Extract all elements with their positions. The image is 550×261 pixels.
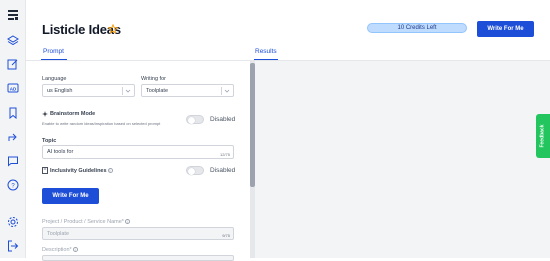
topic-counter: 12/75 bbox=[219, 152, 230, 157]
topic-input[interactable]: AI tools for 12/75 bbox=[42, 145, 234, 159]
topic-label: Topic bbox=[42, 138, 57, 144]
sparkle-icon bbox=[42, 111, 48, 117]
info-icon[interactable]: i bbox=[107, 168, 113, 174]
project-counter: 9/75 bbox=[222, 233, 230, 238]
description-input[interactable] bbox=[42, 255, 234, 261]
chevron-down-icon bbox=[224, 89, 230, 93]
write-for-me-button-header[interactable]: Write For Me bbox=[477, 21, 534, 37]
writing-for-value: Toolplate bbox=[146, 87, 169, 94]
chevron-down-icon bbox=[125, 89, 131, 93]
feedback-label: Feedback bbox=[540, 124, 547, 148]
tab-results[interactable]: Results bbox=[255, 48, 277, 55]
brainstorm-hint: Enable to write random ideas/inspiration… bbox=[42, 121, 161, 126]
info-icon[interactable]: i bbox=[72, 247, 78, 253]
inclusivity-toggle[interactable] bbox=[186, 166, 204, 175]
sidebar: AD ? bbox=[0, 0, 26, 258]
language-label: Language bbox=[42, 76, 67, 82]
results-panel bbox=[255, 61, 550, 258]
svg-text:?: ? bbox=[11, 183, 15, 189]
project-label: Project / Product / Service Name* i bbox=[42, 219, 130, 225]
description-label: Description* i bbox=[42, 247, 78, 253]
brainstorm-toggle[interactable] bbox=[186, 115, 204, 124]
project-input[interactable]: Toolplate 9/75 bbox=[42, 227, 234, 240]
inclusivity-label: Inclusivity Guidelines i bbox=[50, 168, 113, 174]
brainstorm-label: Brainstorm Mode bbox=[50, 111, 96, 117]
info-icon[interactable]: i bbox=[124, 219, 130, 225]
bookmark-icon[interactable] bbox=[7, 107, 19, 119]
tab-prompt[interactable]: Prompt bbox=[43, 48, 64, 55]
book-icon bbox=[42, 167, 48, 174]
topic-value: AI tools for bbox=[47, 149, 74, 155]
help-icon[interactable]: ? bbox=[7, 179, 19, 191]
logout-icon[interactable] bbox=[7, 240, 19, 252]
ad-icon[interactable]: AD bbox=[7, 82, 19, 94]
svg-text:AD: AD bbox=[10, 86, 17, 91]
inclusivity-state: Disabled bbox=[210, 167, 236, 174]
edit-icon[interactable] bbox=[7, 58, 19, 70]
language-select[interactable]: us English bbox=[42, 84, 135, 97]
writing-for-select[interactable]: Toolplate bbox=[141, 84, 234, 97]
select-separator bbox=[221, 87, 222, 95]
scrollbar-thumb[interactable] bbox=[250, 63, 255, 187]
settings-icon[interactable] bbox=[7, 216, 19, 228]
select-separator bbox=[122, 87, 123, 95]
chat-icon[interactable] bbox=[7, 155, 19, 167]
project-value: Toolplate bbox=[47, 230, 70, 237]
writing-for-label: Writing for bbox=[141, 76, 166, 82]
credits-badge: 10 Credits Left bbox=[367, 23, 467, 33]
feedback-tab[interactable]: Feedback bbox=[536, 114, 550, 158]
write-for-me-button[interactable]: Write For Me bbox=[42, 188, 99, 204]
layers-icon[interactable] bbox=[7, 35, 19, 47]
star-icon[interactable] bbox=[108, 24, 118, 34]
logo-icon[interactable] bbox=[7, 9, 19, 21]
language-value: us English bbox=[47, 87, 73, 94]
share-icon[interactable] bbox=[7, 131, 19, 143]
brainstorm-state: Disabled bbox=[210, 116, 236, 123]
